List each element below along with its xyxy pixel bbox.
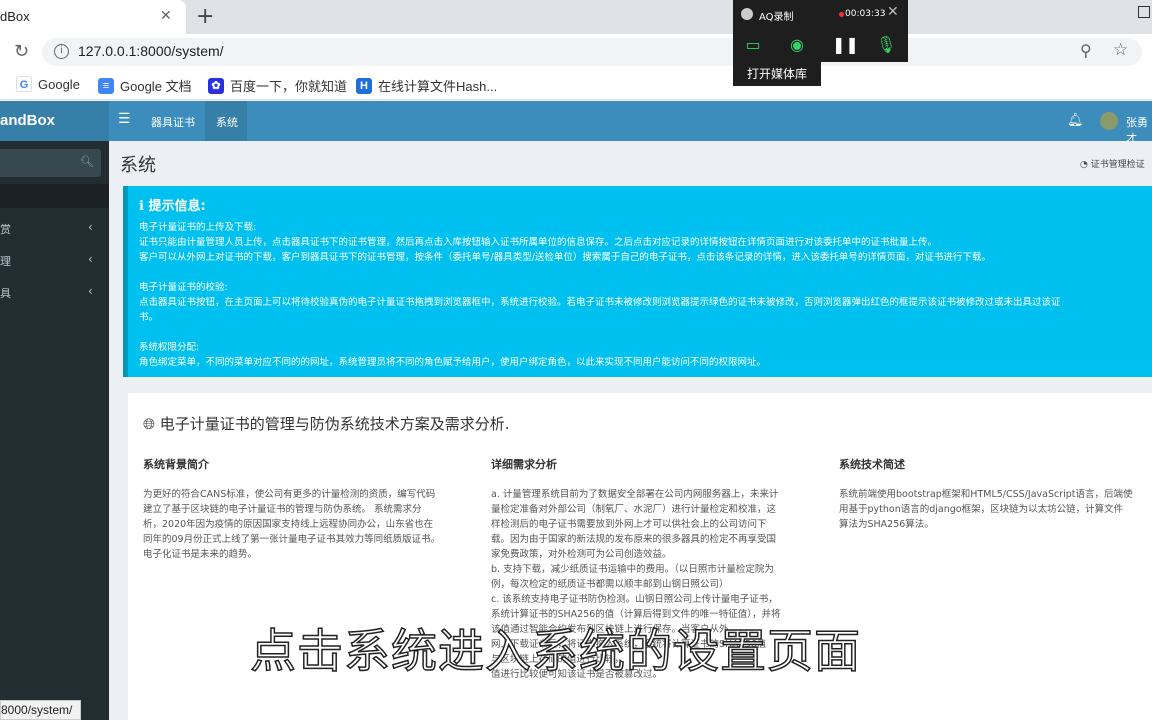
window-restore-icon[interactable]	[1138, 6, 1150, 18]
menu-toggle-icon[interactable]: ☰	[118, 111, 131, 127]
text-line: 同年的09月份正式上线了第一张计量电子证书其效力等同纸质版证书。	[143, 534, 441, 545]
star-icon[interactable]: ☆	[1113, 40, 1128, 60]
column-heading: 系统背景简介	[143, 458, 209, 471]
nav-instrument-certificates[interactable]: 器具证书	[151, 114, 195, 130]
new-tab-icon[interactable]: +	[196, 4, 214, 29]
recorder-tooltip: 打开媒体库	[733, 62, 821, 86]
app-header: andBox ☰ 器具证书 系统 🔔︎ 张勇才	[0, 101, 1152, 145]
close-icon[interactable]: ✕	[887, 4, 899, 20]
recording-dot-icon	[839, 12, 844, 17]
globe-icon: 🌐︎	[143, 415, 156, 433]
sidebar-header	[0, 184, 109, 208]
app-logo[interactable]: andBox	[0, 101, 109, 141]
media-library-icon[interactable]: ▭	[743, 36, 763, 54]
recorder-title: AQ录制	[759, 12, 794, 23]
callout-line: 角色绑定菜单，不同的菜单对应不同的的网址，系统管理员将不同的角色赋予给用户，使用…	[139, 357, 767, 368]
text-line: 载。因为由于国家的新法规的发布原来的很多器具的检定不再享受国	[491, 534, 777, 545]
recorder-logo-icon	[741, 8, 753, 20]
browser-tab[interactable]: dBox ✕	[0, 0, 186, 34]
bookmark-baidu[interactable]: ✿ 百度一下，你就知道	[208, 76, 347, 95]
address-bar[interactable]: i 127.0.0.1:8000/system/ ⚲ ☆	[42, 38, 1142, 66]
browser-toolbar: ↻ i 127.0.0.1:8000/system/ ⚲ ☆	[0, 34, 1152, 70]
text-line: b. 支持下载，减少纸质证书运输中的费用。（以日照市计量检定院为	[491, 564, 774, 575]
chevron-left-icon: ‹	[88, 284, 93, 298]
text-line: 样检测后的电子证书需要放到外网上才可以供社会上的公司访问下	[491, 519, 767, 530]
text-line: 电子化证书是未来的趋势。	[143, 549, 258, 560]
info-callout: ℹ 提示信息: 电子计量证书的上传及下载: 证书只能由计量管理人员上传，点击器具…	[123, 186, 1152, 377]
callout-line	[139, 265, 1152, 280]
callout-title: ℹ 提示信息:	[139, 199, 206, 214]
text-line: 用基于python语言的django框架，区块链为以太坊公链，计算文件	[839, 504, 1124, 515]
refresh-icon[interactable]: ↻	[14, 41, 29, 62]
page-title: 系统	[120, 155, 156, 176]
callout-line: 电子计量证书的校验:	[139, 282, 228, 293]
tab-title: dBox	[0, 9, 30, 24]
text-line: 算法为SHA256算法。	[839, 519, 934, 530]
hash-icon: H	[356, 77, 372, 94]
zoom-icon[interactable]: ⚲	[1080, 41, 1092, 60]
video-subtitle: 点击系统进入系统的设置页面	[249, 623, 861, 679]
close-icon[interactable]: ✕	[160, 8, 172, 24]
status-bar: 8000/system/	[0, 700, 82, 720]
bell-icon[interactable]: 🔔︎	[1067, 113, 1084, 128]
info-icon[interactable]: i	[54, 44, 69, 59]
username[interactable]: 张勇才	[1126, 114, 1152, 146]
text-line: 为更好的符合CANS标准，使公司有更多的计量检测的资质，编写代码	[143, 489, 436, 500]
chevron-left-icon: ‹	[88, 220, 93, 234]
sidebar: 🔍︎ 赏 ‹ 理 ‹ 具 ‹	[0, 141, 109, 720]
callout-line: 系统权限分配:	[139, 342, 200, 353]
callout-line: 点击器具证书按钮，在主页面上可以将待校验真伪的电子计量证书拖拽到浏览器框中，系统…	[139, 297, 1061, 308]
info-circle-icon: ℹ	[139, 199, 144, 214]
sidebar-item-3[interactable]: 具 ‹	[0, 283, 109, 303]
url-text: 127.0.0.1:8000/system/	[78, 43, 224, 59]
bookmark-hash[interactable]: H 在线计算文件Hash...	[356, 76, 497, 95]
callout-line	[139, 325, 1152, 340]
breadcrumb[interactable]: ◔ 证书管理检证	[1080, 157, 1145, 170]
callout-line: 电子计量证书的上传及下载:	[139, 222, 257, 233]
text-line: a. 计量管理系统目前为了数据安全部署在公司内网服务器上，未来计	[491, 489, 779, 500]
callout-line: 证书只能由计量管理人员上传，点击器具证书下的证书管理，然后再点击入库按钮输入证书…	[139, 237, 938, 248]
callout-line: 书。	[139, 312, 159, 323]
sidebar-item-1[interactable]: 赏 ‹	[0, 219, 109, 239]
recorder-time: 00:03:33	[845, 9, 886, 19]
recorder-widget: AQ录制 00:03:33 ✕ ▭ ◉ ❚❚ 🎙	[733, 0, 908, 62]
docs-icon: ≡	[98, 77, 114, 94]
google-icon: G	[16, 76, 32, 92]
microphone-icon[interactable]: 🎙	[876, 36, 896, 54]
bookmark-google[interactable]: G Google	[16, 76, 80, 92]
text-line: 家免费政策，对外检测可为公司创造效益。	[491, 549, 672, 560]
text-line: 量检定准备对外部公司（制氧厂、水泥厂）进行计量检定和校准，这	[491, 504, 777, 515]
browser-tab-bar: dBox ✕ +	[0, 0, 1152, 34]
record-icon[interactable]: ◉	[787, 36, 807, 54]
baidu-icon: ✿	[208, 77, 224, 94]
bookmarks-bar: G Google ≡ Google 文档 ✿ 百度一下，你就知道 H 在线计算文…	[0, 70, 1152, 100]
sidebar-search-input[interactable]: 🔍︎	[0, 149, 101, 177]
sidebar-item-2[interactable]: 理 ‹	[0, 251, 109, 271]
search-icon[interactable]: 🔍︎	[80, 155, 94, 168]
text-line: c. 该系统支持电子证书防伪检测。山钢日照公司上传计量电子证书，	[491, 594, 778, 605]
section-title: 🌐︎ 电子计量证书的管理与防伪系统技术方案及需求分析.	[143, 415, 510, 433]
dashboard-icon: ◔	[1080, 160, 1088, 170]
text-line: 例，每次检定的纸质证书都需以顺丰邮到山钢日照公司）	[491, 579, 729, 590]
callout-line: 客户可以从外网上对证书的下载，客户到器具证书下的证书管理，按条件（委托单号/器具…	[139, 252, 991, 263]
bookmark-docs[interactable]: ≡ Google 文档	[98, 76, 192, 95]
avatar[interactable]	[1100, 112, 1118, 130]
nav-system[interactable]: 系统	[216, 114, 238, 130]
pause-icon[interactable]: ❚❚	[832, 36, 859, 54]
column-technology: 系统技术简述 系统前端使用bootstrap框架和HTML5/CSS/JavaS…	[839, 456, 1152, 532]
text-line: 析，2020年因为疫情的原因国家支持线上远程协同办公，山东省也在	[143, 519, 434, 530]
column-heading: 详细需求分析	[491, 458, 557, 471]
text-line: 建立了基于区块链的电子计量证书的管理与防伪系统。 系统需求分	[143, 504, 422, 515]
chevron-left-icon: ‹	[88, 252, 93, 266]
column-background: 系统背景简介 为更好的符合CANS标准，使公司有更多的计量检测的资质，编写代码 …	[143, 456, 468, 562]
text-line: 系统前端使用bootstrap框架和HTML5/CSS/JavaScript语言…	[839, 489, 1133, 500]
column-heading: 系统技术简述	[839, 458, 905, 471]
